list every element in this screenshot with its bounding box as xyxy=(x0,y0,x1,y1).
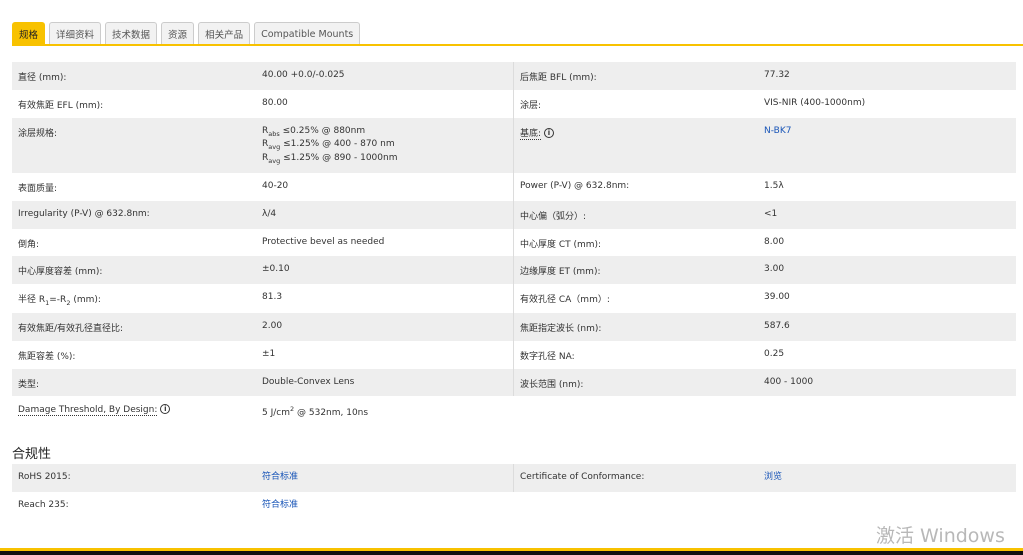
table-row: 有效焦距 EFL (mm): 80.00 涂层: VIS-NIR (400-1000… xyxy=(12,89,1016,118)
table-row: Damage Threshold, By Design: i5 J/cm2 @ … xyxy=(12,396,1016,425)
spec-value: 5 J/cm2 @ 532nm, 10ns xyxy=(262,405,369,419)
spec-value: 400 - 1000 xyxy=(764,376,814,387)
specs-table: 直径 (mm): 40.00 +0.0/-0.025 后焦距 BFL (mm): 7… xyxy=(12,62,1016,425)
tab-details[interactable]: 详细资料 xyxy=(49,22,102,45)
table-row: 焦距容差 (%): ±1 数字孔径 NA: 0.25 xyxy=(12,340,1016,369)
spec-value: Rabs ≤0.25% @ 880nm Ravg ≤1.25% @ 400 - … xyxy=(262,125,398,165)
spec-value: 1.5λ xyxy=(764,180,784,191)
table-row: Irregularity (P-V) @ 632.8nm: λ/4 中心偏（弧分）… xyxy=(12,200,1016,229)
spec-label: 表面质量: xyxy=(18,183,58,194)
spec-label: Power (P-V) @ 632.8nm: xyxy=(520,180,630,191)
spec-value: 3.00 xyxy=(764,264,785,275)
spec-value: 0.25 xyxy=(764,348,785,359)
spec-label: 中心厚度 CT (mm): xyxy=(520,239,602,250)
tab-compatible-mounts[interactable]: Compatible Mounts xyxy=(254,22,361,45)
rohs-link[interactable]: 符合标准 xyxy=(262,472,513,486)
spec-value: 77.32 xyxy=(764,70,790,80)
spec-value: 81.3 xyxy=(262,292,283,303)
spec-label: 半径 R1=-R2 (mm): xyxy=(18,295,101,307)
spec-label: 焦距指定波长 (nm): xyxy=(520,323,602,334)
compliance-heading: 合规性 xyxy=(12,447,52,462)
tab-related-products[interactable]: 相关产品 xyxy=(198,22,251,45)
table-row: 涂层规格: Rabs ≤0.25% @ 880nm Ravg ≤1.25% @ … xyxy=(12,117,1016,173)
table-row: 倒角: Protective bevel as needed 中心厚度 CT (m… xyxy=(12,228,1016,257)
info-icon[interactable]: i xyxy=(160,404,171,415)
spec-value: 8.00 xyxy=(764,236,785,247)
table-row: 半径 R1=-R2 (mm): 81.3 有效孔径 CA（mm）: 39.00 xyxy=(12,284,1016,313)
table-row: 类型: Double-Convex Lens 波长范围 (nm): 400 - 10… xyxy=(12,368,1016,397)
spec-value: 39.00 xyxy=(764,292,790,303)
spec-label: Irregularity (P-V) @ 632.8nm: xyxy=(18,208,150,219)
spec-label[interactable]: Damage Threshold, By Design: i xyxy=(12,404,262,419)
spec-label: 数字孔径 NA: xyxy=(520,351,575,362)
compliance-label: RoHS 2015: xyxy=(18,472,71,482)
spec-label: 中心偏（弧分）: xyxy=(520,211,587,222)
tab-resources[interactable]: 资源 xyxy=(161,22,195,45)
table-row: 有效焦距/有效孔径直径比: 2.00 焦距指定波长 (nm): 587.6 xyxy=(12,312,1016,341)
table-row: Reach 235: 符合标准 xyxy=(12,492,1016,520)
spec-label: 后焦距 BFL (mm): xyxy=(520,73,597,83)
spec-label: 直径 (mm): xyxy=(18,73,67,83)
spec-label[interactable]: 基底: i xyxy=(514,126,764,167)
spec-value: 2.00 xyxy=(262,320,283,331)
spec-label: 倒角: xyxy=(18,239,40,250)
spec-label: 焦距容差 (%): xyxy=(18,351,76,362)
reach-link[interactable]: 符合标准 xyxy=(262,500,514,514)
spec-label: 有效焦距/有效孔径直径比: xyxy=(18,323,124,334)
spec-label: 涂层规格: xyxy=(18,128,58,139)
spec-value: 40.00 +0.0/-0.025 xyxy=(262,70,345,80)
spec-value: ±0.10 xyxy=(262,264,290,275)
windows-activation-watermark: 激活 Windows xyxy=(876,525,1005,547)
spec-label: 有效焦距 EFL (mm): xyxy=(18,100,104,111)
tab-underline xyxy=(12,44,1023,46)
footer-bar xyxy=(0,551,1023,555)
info-icon[interactable]: i xyxy=(543,128,554,139)
spec-label: 类型: xyxy=(18,379,40,390)
spec-value: ±1 xyxy=(262,348,276,359)
spec-value: 40-20 xyxy=(262,180,289,191)
spec-value: VIS-NIR (400-1000nm) xyxy=(764,97,866,108)
spec-value: Double-Convex Lens xyxy=(262,376,355,387)
spec-value: <1 xyxy=(764,208,778,219)
coc-link[interactable]: 浏览 xyxy=(764,472,1016,486)
table-row: RoHS 2015: 符合标准 Certificate of Conformanc… xyxy=(12,464,1016,492)
compliance-table: RoHS 2015: 符合标准 Certificate of Conformanc… xyxy=(12,464,1016,520)
spec-label: 波长范围 (nm): xyxy=(520,379,584,390)
table-row: 中心厚度容差 (mm): ±0.10 边缘厚度 ET (mm): 3.00 xyxy=(12,256,1016,285)
spec-label: 中心厚度容差 (mm): xyxy=(18,267,103,278)
spec-label: 边缘厚度 ET (mm): xyxy=(520,267,601,278)
spec-value: 80.00 xyxy=(262,97,288,108)
spec-label: 有效孔径 CA（mm）: xyxy=(520,295,610,306)
table-row: 表面质量: 40-20 Power (P-V) @ 632.8nm: 1.5λ xyxy=(12,172,1016,201)
tab-bar: 规格 详细资料 技术数据 资源 相关产品 Compatible Mounts xyxy=(12,22,361,45)
table-row: 直径 (mm): 40.00 +0.0/-0.025 后焦距 BFL (mm): 7… xyxy=(12,62,1016,90)
compliance-label: Certificate of Conformance: xyxy=(520,472,645,482)
spec-value: Protective bevel as needed xyxy=(262,236,385,247)
substrate-link[interactable]: N-BK7 xyxy=(764,126,1016,167)
tab-specs[interactable]: 规格 xyxy=(12,22,46,45)
spec-value: λ/4 xyxy=(262,208,277,219)
tab-technical-data[interactable]: 技术数据 xyxy=(105,22,158,45)
compliance-label: Reach 235: xyxy=(18,499,69,510)
spec-value: 587.6 xyxy=(764,320,790,331)
spec-label: 涂层: xyxy=(520,100,542,111)
